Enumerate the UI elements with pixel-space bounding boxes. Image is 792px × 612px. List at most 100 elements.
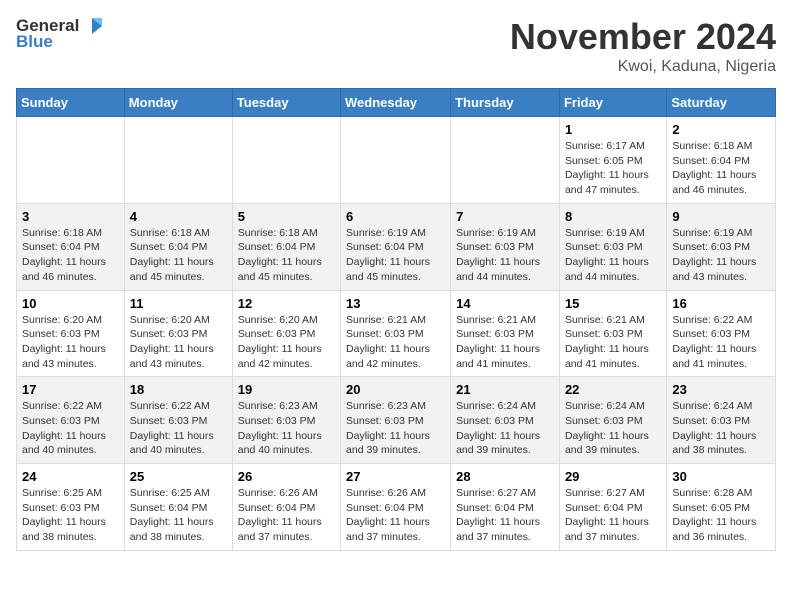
day-header-thursday: Thursday: [451, 89, 560, 117]
week-row-3: 10Sunrise: 6:20 AM Sunset: 6:03 PM Dayli…: [17, 290, 776, 377]
day-info: Sunrise: 6:21 AM Sunset: 6:03 PM Dayligh…: [456, 313, 554, 372]
calendar-cell: [341, 117, 451, 204]
day-number: 15: [565, 296, 661, 311]
calendar-cell: 10Sunrise: 6:20 AM Sunset: 6:03 PM Dayli…: [17, 290, 125, 377]
calendar-cell: 22 Sunrise: 6:24 AM Sunset: 6:03 PM Dayli…: [559, 377, 666, 464]
calendar-cell: [232, 117, 340, 204]
calendar-cell: 9 Sunrise: 6:19 AM Sunset: 6:03 PM Daylig…: [667, 203, 776, 290]
day-number: 8: [565, 209, 661, 224]
day-number: 21: [456, 382, 554, 397]
calendar-cell: 26Sunrise: 6:26 AM Sunset: 6:04 PM Dayli…: [232, 464, 340, 551]
day-info: Sunrise: 6:25 AM Sunset: 6:03 PM Dayligh…: [22, 486, 119, 545]
calendar-cell: 25 Sunrise: 6:25 AM Sunset: 6:04 PM Dayli…: [124, 464, 232, 551]
day-number: 4: [130, 209, 227, 224]
day-info: Sunrise: 6:25 AM Sunset: 6:04 PM Dayligh…: [130, 486, 227, 545]
calendar-cell: 6Sunrise: 6:19 AM Sunset: 6:04 PM Daylig…: [341, 203, 451, 290]
day-number: 18: [130, 382, 227, 397]
day-info: Sunrise: 6:24 AM Sunset: 6:03 PM Dayligh…: [456, 399, 554, 458]
day-number: 14: [456, 296, 554, 311]
day-number: 11: [130, 296, 227, 311]
day-number: 30: [672, 469, 770, 484]
day-info: Sunrise: 6:26 AM Sunset: 6:04 PM Dayligh…: [346, 486, 445, 545]
calendar-cell: 19 Sunrise: 6:23 AM Sunset: 6:03 PM Dayli…: [232, 377, 340, 464]
day-number: 5: [238, 209, 335, 224]
day-number: 25: [130, 469, 227, 484]
logo-blue-text: Blue: [16, 32, 53, 52]
day-info: Sunrise: 6:23 AM Sunset: 6:03 PM Dayligh…: [238, 399, 335, 458]
calendar-cell: 14 Sunrise: 6:21 AM Sunset: 6:03 PM Dayli…: [451, 290, 560, 377]
calendar-cell: 5 Sunrise: 6:18 AM Sunset: 6:04 PM Daylig…: [232, 203, 340, 290]
day-info: Sunrise: 6:27 AM Sunset: 6:04 PM Dayligh…: [456, 486, 554, 545]
day-header-wednesday: Wednesday: [341, 89, 451, 117]
calendar-cell: 21 Sunrise: 6:24 AM Sunset: 6:03 PM Dayli…: [451, 377, 560, 464]
logo-bird-icon: [81, 17, 103, 35]
logo: General Blue: [16, 16, 103, 52]
day-info: Sunrise: 6:20 AM Sunset: 6:03 PM Dayligh…: [238, 313, 335, 372]
day-header-sunday: Sunday: [17, 89, 125, 117]
day-info: Sunrise: 6:19 AM Sunset: 6:03 PM Dayligh…: [565, 226, 661, 285]
day-info: Sunrise: 6:22 AM Sunset: 6:03 PM Dayligh…: [130, 399, 227, 458]
calendar-table: SundayMondayTuesdayWednesdayThursdayFrid…: [16, 88, 776, 551]
day-number: 27: [346, 469, 445, 484]
week-row-2: 3 Sunrise: 6:18 AM Sunset: 6:04 PM Daylig…: [17, 203, 776, 290]
day-number: 7: [456, 209, 554, 224]
day-number: 13: [346, 296, 445, 311]
calendar-cell: 4 Sunrise: 6:18 AM Sunset: 6:04 PM Daylig…: [124, 203, 232, 290]
calendar-cell: 18 Sunrise: 6:22 AM Sunset: 6:03 PM Dayli…: [124, 377, 232, 464]
calendar-cell: 20Sunrise: 6:23 AM Sunset: 6:03 PM Dayli…: [341, 377, 451, 464]
day-info: Sunrise: 6:19 AM Sunset: 6:03 PM Dayligh…: [456, 226, 554, 285]
day-number: 17: [22, 382, 119, 397]
day-info: Sunrise: 6:17 AM Sunset: 6:05 PM Dayligh…: [565, 139, 661, 198]
day-number: 23: [672, 382, 770, 397]
day-header-saturday: Saturday: [667, 89, 776, 117]
day-number: 20: [346, 382, 445, 397]
day-info: Sunrise: 6:18 AM Sunset: 6:04 PM Dayligh…: [130, 226, 227, 285]
day-number: 24: [22, 469, 119, 484]
day-number: 22: [565, 382, 661, 397]
week-row-4: 17 Sunrise: 6:22 AM Sunset: 6:03 PM Dayli…: [17, 377, 776, 464]
day-info: Sunrise: 6:20 AM Sunset: 6:03 PM Dayligh…: [22, 313, 119, 372]
page-header: General Blue November 2024 Kwoi, Kaduna,…: [16, 16, 776, 76]
day-number: 1: [565, 122, 661, 137]
day-info: Sunrise: 6:18 AM Sunset: 6:04 PM Dayligh…: [672, 139, 770, 198]
calendar-cell: 11 Sunrise: 6:20 AM Sunset: 6:03 PM Dayli…: [124, 290, 232, 377]
day-number: 9: [672, 209, 770, 224]
calendar-cell: 16Sunrise: 6:22 AM Sunset: 6:03 PM Dayli…: [667, 290, 776, 377]
day-info: Sunrise: 6:24 AM Sunset: 6:03 PM Dayligh…: [565, 399, 661, 458]
day-info: Sunrise: 6:24 AM Sunset: 6:03 PM Dayligh…: [672, 399, 770, 458]
day-info: Sunrise: 6:28 AM Sunset: 6:05 PM Dayligh…: [672, 486, 770, 545]
day-number: 16: [672, 296, 770, 311]
calendar-cell: 23 Sunrise: 6:24 AM Sunset: 6:03 PM Dayli…: [667, 377, 776, 464]
calendar-cell: 29Sunrise: 6:27 AM Sunset: 6:04 PM Dayli…: [559, 464, 666, 551]
day-info: Sunrise: 6:18 AM Sunset: 6:04 PM Dayligh…: [22, 226, 119, 285]
day-info: Sunrise: 6:21 AM Sunset: 6:03 PM Dayligh…: [565, 313, 661, 372]
calendar-cell: 17 Sunrise: 6:22 AM Sunset: 6:03 PM Dayli…: [17, 377, 125, 464]
day-info: Sunrise: 6:20 AM Sunset: 6:03 PM Dayligh…: [130, 313, 227, 372]
calendar-cell: 13Sunrise: 6:21 AM Sunset: 6:03 PM Dayli…: [341, 290, 451, 377]
day-number: 29: [565, 469, 661, 484]
calendar-cell: 15 Sunrise: 6:21 AM Sunset: 6:03 PM Dayli…: [559, 290, 666, 377]
calendar-header-row: SundayMondayTuesdayWednesdayThursdayFrid…: [17, 89, 776, 117]
calendar-cell: 7 Sunrise: 6:19 AM Sunset: 6:03 PM Daylig…: [451, 203, 560, 290]
calendar-cell: [17, 117, 125, 204]
day-number: 28: [456, 469, 554, 484]
location-title: Kwoi, Kaduna, Nigeria: [510, 58, 776, 76]
calendar-cell: 24 Sunrise: 6:25 AM Sunset: 6:03 PM Dayli…: [17, 464, 125, 551]
day-info: Sunrise: 6:22 AM Sunset: 6:03 PM Dayligh…: [22, 399, 119, 458]
calendar-cell: 8 Sunrise: 6:19 AM Sunset: 6:03 PM Daylig…: [559, 203, 666, 290]
day-number: 3: [22, 209, 119, 224]
calendar-cell: [451, 117, 560, 204]
calendar-cell: 2Sunrise: 6:18 AM Sunset: 6:04 PM Daylig…: [667, 117, 776, 204]
month-title: November 2024: [510, 16, 776, 58]
day-info: Sunrise: 6:19 AM Sunset: 6:03 PM Dayligh…: [672, 226, 770, 285]
title-block: November 2024 Kwoi, Kaduna, Nigeria: [510, 16, 776, 76]
calendar-cell: 28 Sunrise: 6:27 AM Sunset: 6:04 PM Dayli…: [451, 464, 560, 551]
day-number: 19: [238, 382, 335, 397]
calendar-cell: 12Sunrise: 6:20 AM Sunset: 6:03 PM Dayli…: [232, 290, 340, 377]
day-header-monday: Monday: [124, 89, 232, 117]
day-header-tuesday: Tuesday: [232, 89, 340, 117]
week-row-1: 1 Sunrise: 6:17 AM Sunset: 6:05 PM Daylig…: [17, 117, 776, 204]
day-info: Sunrise: 6:26 AM Sunset: 6:04 PM Dayligh…: [238, 486, 335, 545]
day-info: Sunrise: 6:18 AM Sunset: 6:04 PM Dayligh…: [238, 226, 335, 285]
day-header-friday: Friday: [559, 89, 666, 117]
